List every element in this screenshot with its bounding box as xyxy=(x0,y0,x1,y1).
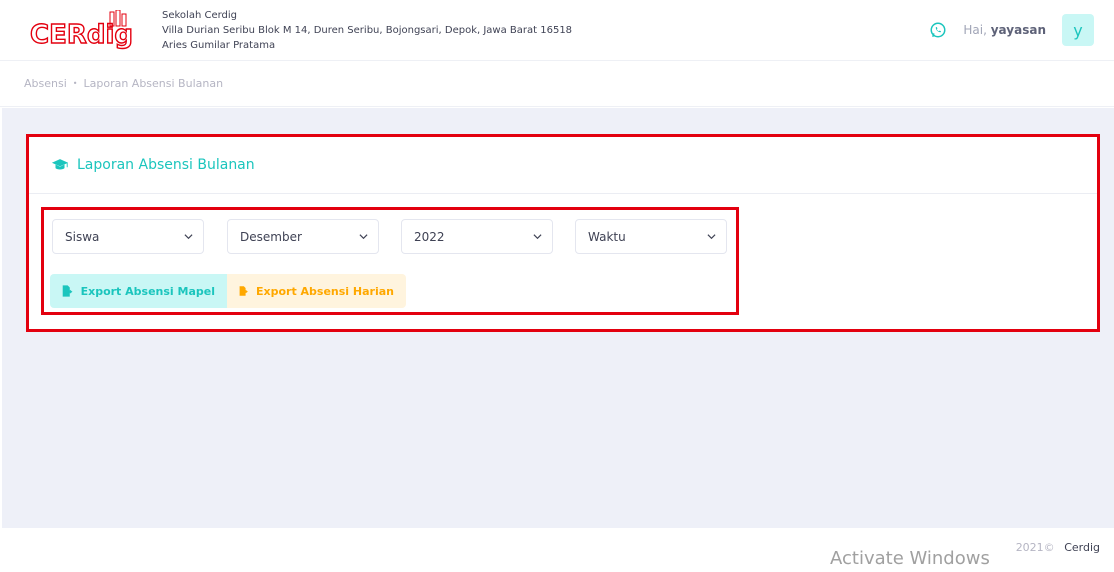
export-absensi-harian-button[interactable]: Export Absensi Harian xyxy=(227,274,406,308)
svg-text:CERdig: CERdig xyxy=(30,20,133,50)
type-select[interactable]: Siswa xyxy=(52,219,204,254)
cerdig-logo[interactable]: CERdig xyxy=(28,10,152,54)
month-select[interactable]: Desember xyxy=(227,219,379,254)
user-area: Hai, yayasan y xyxy=(929,14,1094,46)
windows-activation-watermark: Activate Windows xyxy=(830,548,990,569)
chevron-down-icon xyxy=(707,234,716,240)
year-select[interactable]: 2022 xyxy=(401,219,553,254)
file-export-icon xyxy=(239,286,248,296)
time-select-value: Waktu xyxy=(588,229,626,244)
breadcrumb-separator: • xyxy=(72,79,78,88)
export-mapel-label: Export Absensi Mapel xyxy=(80,284,215,298)
school-address: Villa Durian Seribu Blok M 14, Duren Ser… xyxy=(162,25,573,36)
graduation-cap-icon xyxy=(51,159,69,170)
filter-panel: Siswa Desember 2022 Waktu Export Absensi… xyxy=(41,207,739,315)
time-select[interactable]: Waktu xyxy=(575,219,727,254)
export-harian-label: Export Absensi Harian xyxy=(255,284,394,298)
chevron-down-icon xyxy=(533,234,542,240)
whatsapp-icon[interactable] xyxy=(929,21,947,39)
report-card: Laporan Absensi Bulanan Siswa Desember 2… xyxy=(26,134,1100,332)
chevron-down-icon xyxy=(359,234,368,240)
user-avatar[interactable]: y xyxy=(1062,14,1094,46)
school-principal: Aries Gumilar Pratama xyxy=(162,40,276,51)
month-select-value: Desember xyxy=(240,229,302,244)
breadcrumb: Absensi • Laporan Absensi Bulanan xyxy=(0,61,1114,107)
footer-brand-link[interactable]: Cerdig xyxy=(1064,541,1100,554)
school-name: Sekolah Cerdig xyxy=(162,10,238,21)
user-name: yayasan xyxy=(990,23,1046,37)
file-export-icon xyxy=(62,285,73,297)
school-info: Sekolah Cerdig Villa Durian Seribu Blok … xyxy=(162,8,572,53)
export-absensi-mapel-button[interactable]: Export Absensi Mapel xyxy=(50,274,227,308)
year-select-value: 2022 xyxy=(414,229,445,244)
type-select-value: Siswa xyxy=(65,229,100,244)
breadcrumb-item-laporan[interactable]: Laporan Absensi Bulanan xyxy=(83,77,223,90)
breadcrumb-item-absensi[interactable]: Absensi xyxy=(24,77,67,90)
top-header: CERdig Sekolah Cerdig Villa Durian Serib… xyxy=(0,0,1114,61)
card-header: Laporan Absensi Bulanan xyxy=(29,137,1097,194)
card-title: Laporan Absensi Bulanan xyxy=(77,157,255,173)
chevron-down-icon xyxy=(184,234,193,240)
footer-credit: 2021© Cerdig xyxy=(1016,541,1100,554)
user-greeting: Hai, yayasan xyxy=(963,23,1046,37)
footer-year: 2021© xyxy=(1015,541,1055,554)
